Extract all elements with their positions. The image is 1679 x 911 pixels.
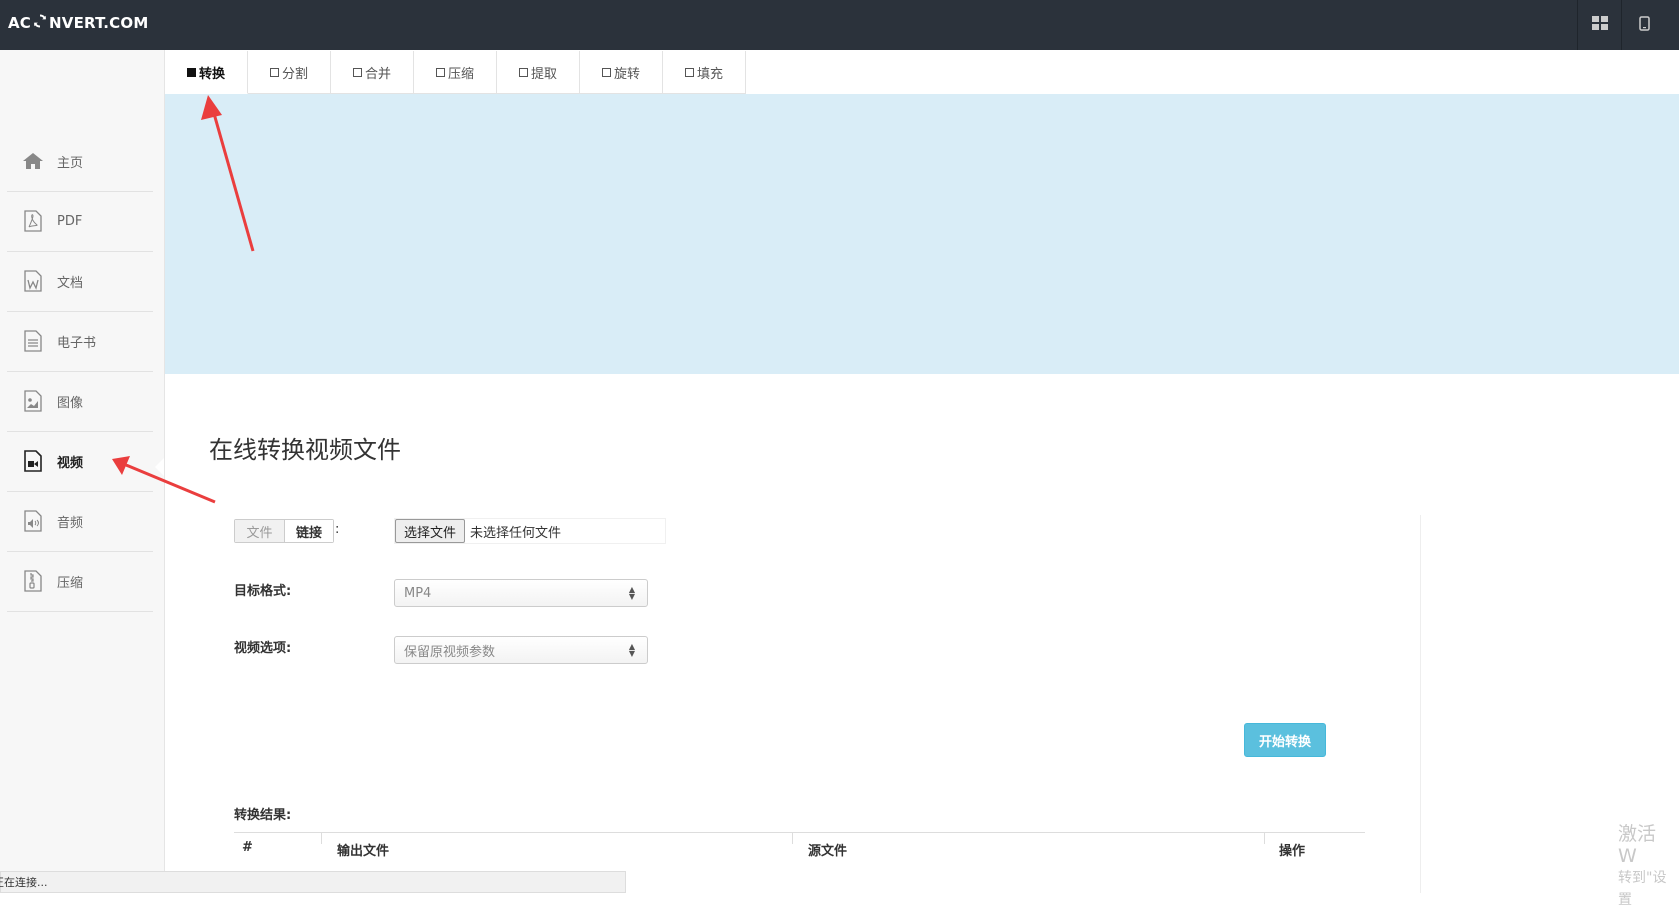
column-header-actions: 操作: [1279, 844, 1306, 859]
checkbox-icon: [269, 67, 279, 77]
word-file-icon: [21, 269, 45, 293]
checkbox-icon: [352, 67, 362, 77]
target-format-label: 目标格式:: [234, 584, 292, 599]
select-arrows-icon: ▲ ▼: [628, 585, 635, 601]
sidebar-item-archive[interactable]: 压缩: [7, 551, 153, 612]
file-status-text: 未选择任何文件: [470, 525, 562, 541]
ebook-file-icon: [21, 329, 45, 353]
column-header-source-file: 源文件: [808, 844, 848, 859]
tab-convert[interactable]: 转换: [165, 51, 248, 94]
video-options-select[interactable]: 保留原视频参数 ▲ ▼: [394, 636, 648, 664]
windows-activation-watermark: 激活 W 转到"设置: [1618, 823, 1679, 911]
tab-label: 分割: [281, 66, 308, 82]
archive-file-icon: [21, 569, 45, 593]
checkbox-icon: [601, 67, 611, 77]
column-separator: [1264, 832, 1265, 844]
choose-file-button[interactable]: 选择文件: [395, 519, 466, 543]
tab-extract[interactable]: 提取: [497, 51, 580, 94]
sidebar-item-ebook[interactable]: 电子书: [7, 311, 153, 372]
target-format-value: MP4: [404, 585, 432, 601]
refresh-logo-icon: [33, 14, 47, 32]
tab-label: 提取: [530, 66, 557, 82]
sidebar-item-label: 图像: [57, 395, 84, 411]
active-item-caret: [155, 458, 164, 476]
results-label: 转换结果:: [234, 808, 292, 823]
sidebar-item-image[interactable]: 图像: [7, 371, 153, 432]
column-header-index: #: [242, 840, 253, 855]
logo-text-start: AC: [8, 14, 32, 32]
grid-icon: [1592, 16, 1608, 34]
source-link-button[interactable]: 链接: [285, 520, 333, 542]
file-input: 选择文件 未选择任何文件: [394, 518, 666, 544]
source-colon: :: [335, 522, 340, 537]
browser-status-bar: 正在连接...: [0, 871, 626, 893]
image-file-icon: [21, 389, 45, 413]
home-icon: [21, 149, 45, 173]
sidebar-item-home[interactable]: 主页: [7, 131, 153, 192]
audio-file-icon: [21, 509, 45, 533]
sidebar-item-label: 电子书: [57, 335, 97, 351]
sidebar-item-label: PDF: [57, 213, 83, 229]
tab-rotate[interactable]: 旋转: [580, 51, 663, 94]
ad-banner: [165, 94, 1679, 374]
results-table-border: [234, 832, 1365, 833]
column-separator: [321, 832, 322, 844]
source-toggle: 文件 链接: [234, 519, 334, 543]
sidebar-item-label: 文档: [57, 275, 84, 291]
status-text: 正在连接...: [0, 876, 48, 889]
sidebar-item-label: 视频: [57, 455, 84, 471]
top-navbar: AC NVERT.COM: [0, 0, 1679, 50]
source-file-button[interactable]: 文件: [235, 520, 285, 542]
watermark-line2: 转到"设置: [1618, 870, 1667, 908]
column-header-output-file: 输出文件: [337, 844, 390, 859]
tab-label: 压缩: [447, 66, 474, 82]
column-separator: [792, 832, 793, 844]
tab-label: 旋转: [613, 66, 640, 82]
grid-view-button[interactable]: [1577, 0, 1622, 50]
site-logo[interactable]: AC NVERT.COM: [8, 14, 148, 32]
checkbox-icon: [684, 67, 694, 77]
video-options-label: 视频选项:: [234, 641, 292, 656]
logo-text-end: NVERT.COM: [49, 14, 149, 32]
select-arrows-icon: ▲ ▼: [628, 642, 635, 658]
checkbox-icon: [435, 67, 445, 77]
checkbox-icon: [186, 67, 196, 77]
tablet-icon: [1638, 15, 1650, 35]
sidebar-item-label: 音频: [57, 515, 84, 531]
sidebar-item-label: 压缩: [57, 575, 84, 591]
video-file-icon: [21, 449, 45, 473]
video-options-value: 保留原视频参数: [404, 644, 496, 660]
tab-compress[interactable]: 压缩: [414, 51, 497, 94]
target-format-select[interactable]: MP4 ▲ ▼: [394, 579, 648, 607]
tab-label: 转换: [198, 66, 225, 82]
tab-label: 填充: [696, 66, 723, 82]
pdf-file-icon: [21, 209, 45, 233]
sidebar-item-label: 主页: [57, 155, 84, 171]
sidebar-item-document[interactable]: 文档: [7, 251, 153, 312]
content-divider: [1420, 515, 1421, 893]
sidebar-item-audio[interactable]: 音频: [7, 491, 153, 552]
tab-label: 合并: [364, 66, 391, 82]
page-title: 在线转换视频文件: [209, 436, 401, 464]
watermark-line1: 激活 W: [1618, 823, 1657, 867]
mobile-view-button[interactable]: [1621, 0, 1666, 50]
checkbox-icon: [518, 67, 528, 77]
sidebar-item-pdf[interactable]: PDF: [7, 191, 153, 252]
tab-merge[interactable]: 合并: [331, 51, 414, 94]
tab-pad[interactable]: 填充: [663, 51, 746, 94]
tab-split[interactable]: 分割: [248, 51, 331, 94]
start-convert-button[interactable]: 开始转换: [1244, 723, 1326, 757]
operation-tabs: 转换 分割 合并 压缩 提取 旋转 填充: [165, 51, 746, 94]
sidebar-item-video[interactable]: 视频: [7, 431, 153, 492]
